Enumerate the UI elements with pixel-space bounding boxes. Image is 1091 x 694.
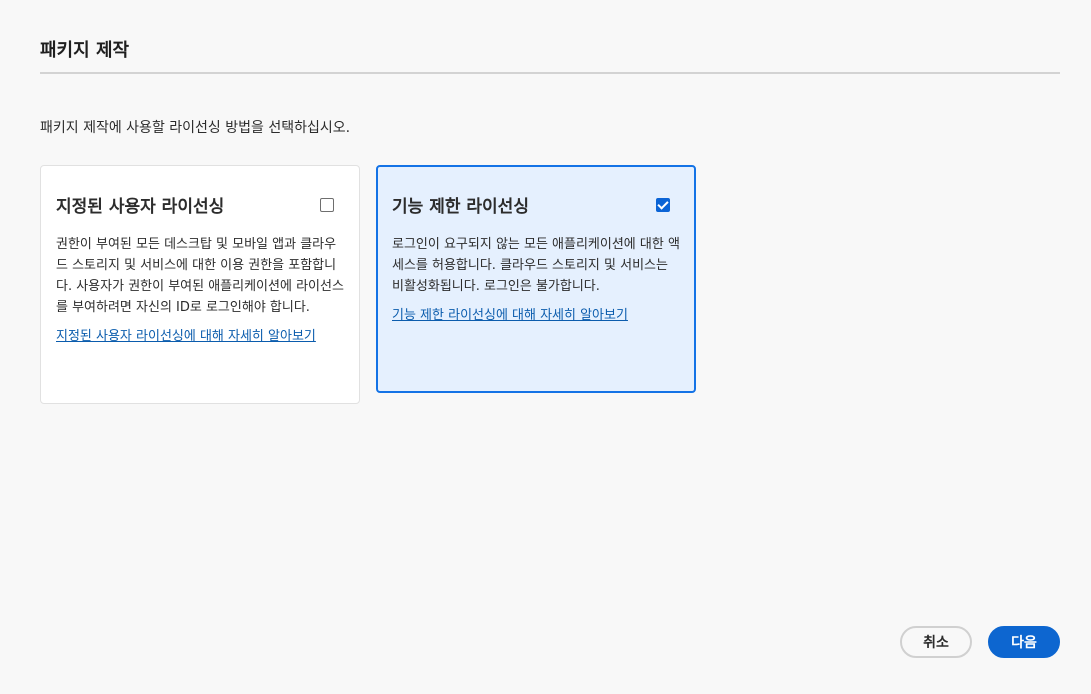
option-card-title: 지정된 사용자 라이선싱 (56, 197, 225, 217)
learn-more-named-user-link[interactable]: 지정된 사용자 라이선싱에 대해 자세히 알아보기 (56, 326, 344, 347)
learn-more-feature-restricted-link[interactable]: 기능 제한 라이선싱에 대해 자세히 알아보기 (392, 305, 680, 326)
option-card-description: 로그인이 요구되지 않는 모든 애플리케이션에 대한 액세스를 허용합니다. 클… (392, 237, 680, 294)
checkbox-unchecked-icon[interactable] (320, 197, 334, 212)
option-card-named-user[interactable]: 지정된 사용자 라이선싱 권한이 부여된 모든 데스크탑 및 모바일 앱과 클라… (40, 165, 360, 404)
header-divider (40, 72, 1060, 74)
page-title: 패키지 제작 (40, 40, 130, 61)
option-card-header: 지정된 사용자 라이선싱 (56, 192, 344, 217)
page-description: 패키지 제작에 사용할 라이선싱 방법을 선택하십시오. (40, 120, 351, 136)
next-button[interactable]: 다음 (988, 626, 1060, 658)
option-card-header: 기능 제한 라이선싱 (392, 192, 680, 217)
option-card-description: 권한이 부여된 모든 데스크탑 및 모바일 앱과 클라우드 스토리지 및 서비스… (56, 237, 344, 315)
option-card-title: 기능 제한 라이선싱 (392, 197, 529, 217)
cancel-button[interactable]: 취소 (900, 626, 972, 658)
option-card-feature-restricted[interactable]: 기능 제한 라이선싱 로그인이 요구되지 않는 모든 애플리케이션에 대한 액세… (376, 165, 696, 393)
checkbox-checked-icon[interactable] (656, 197, 670, 212)
